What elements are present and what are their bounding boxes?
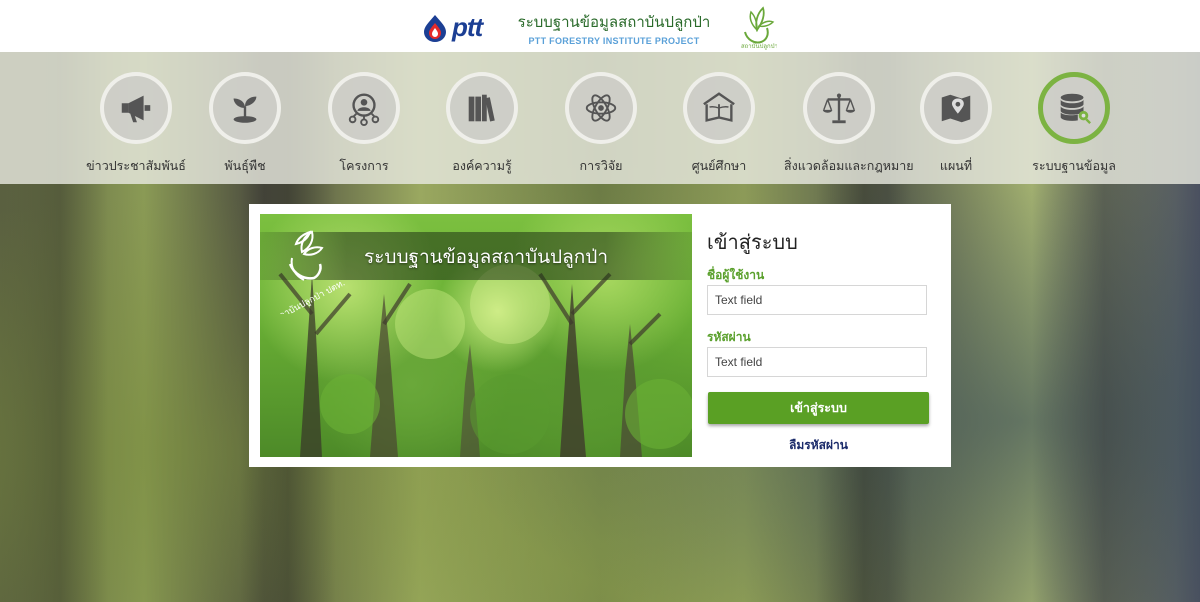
nav-item-research[interactable]: การวิจัย xyxy=(546,72,656,176)
nav-item-environment-law[interactable]: สิ่งแวดล้อมและกฎหมาย xyxy=(784,72,914,176)
nav-label: แผนที่ xyxy=(939,158,973,173)
nav-item-plants[interactable]: พันธุ์พืช xyxy=(190,72,300,176)
nav-label: ระบบฐานข้อมูล xyxy=(1032,158,1116,173)
ptt-logo[interactable]: ptt xyxy=(422,12,483,43)
forest-banner-image: สถาบันปลูกป่า ปตท. ระบบฐานข้อมูลสถาบันปล… xyxy=(260,214,692,457)
password-label: รหัสผ่าน xyxy=(707,330,751,344)
scales-icon xyxy=(822,93,856,124)
login-button[interactable]: เข้าสู่ระบบ xyxy=(708,392,929,424)
ptt-flame-icon xyxy=(424,14,446,42)
image-title: ระบบฐานข้อมูลสถาบันปลูกป่า xyxy=(364,246,608,268)
forestry-institute-logo: สถาบันปลูกป่า xyxy=(737,2,778,54)
username-input[interactable] xyxy=(707,285,927,315)
megaphone-icon xyxy=(121,95,151,123)
nav-label: พันธุ์พืช xyxy=(224,158,266,173)
open-book-house-icon xyxy=(703,92,735,122)
header-title-english: PTT FORESTRY INSTITUTE PROJECT xyxy=(528,36,700,46)
people-network-icon xyxy=(348,93,380,127)
nav-label: ข่าวประชาสัมพันธ์ xyxy=(86,158,186,173)
header-title: ระบบฐานข้อมูลสถาบันปลูกป่า PTT FORESTRY … xyxy=(514,10,714,46)
forestry-hands-emblem: สถาบันปลูกป่า ปตท. xyxy=(268,224,358,324)
nav-label: โครงการ xyxy=(339,158,389,173)
emblem-caption: สถาบันปลูกป่า ปตท. xyxy=(273,278,347,314)
map-pin-icon xyxy=(941,94,971,123)
atom-icon xyxy=(585,94,617,122)
username-label: ชื่อผู้ใช้งาน xyxy=(707,268,765,282)
forgot-password-link[interactable]: ลืมรหัสผ่าน xyxy=(708,436,929,455)
books-icon xyxy=(468,94,495,122)
svg-text:สถาบันปลูกป่า: สถาบันปลูกป่า xyxy=(741,43,777,50)
header-title-thai: ระบบฐานข้อมูลสถาบันปลูกป่า xyxy=(517,13,711,31)
nav-item-map[interactable]: แผนที่ xyxy=(901,72,1011,176)
nav-label: ศูนย์ศึกษา xyxy=(691,158,747,173)
password-input[interactable] xyxy=(707,347,927,377)
database-search-icon xyxy=(1060,93,1091,125)
nav-item-database[interactable]: ระบบฐานข้อมูล xyxy=(1019,72,1129,176)
nav-label: องค์ความรู้ xyxy=(452,158,512,173)
login-panel: สถาบันปลูกป่า ปตท. ระบบฐานข้อมูลสถาบันปล… xyxy=(249,204,951,467)
nav-item-knowledge[interactable]: องค์ความรู้ xyxy=(427,72,537,176)
hands-sprout-icon: สถาบันปลูกป่า ปตท. xyxy=(273,230,347,324)
nav-item-news[interactable]: ข่าวประชาสัมพันธ์ xyxy=(81,72,191,176)
nav-item-study-center[interactable]: ศูนย์ศึกษา xyxy=(664,72,774,176)
nav-label: สิ่งแวดล้อมและกฎหมาย xyxy=(784,158,914,173)
nav-label: การวิจัย xyxy=(579,158,623,173)
sprout-icon xyxy=(233,96,257,123)
nav-item-projects[interactable]: โครงการ xyxy=(309,72,419,176)
main-nav: ข่าวประชาสัมพันธ์ พันธุ์พืช โครงการ องค์… xyxy=(0,52,1200,184)
ptt-wordmark: ptt xyxy=(452,12,483,42)
forestry-emblem-icon: สถาบันปลูกป่า xyxy=(741,6,778,50)
site-header: ptt ระบบฐานข้อมูลสถาบันปลูกป่า PTT FORES… xyxy=(0,0,1200,52)
login-title: เข้าสู่ระบบ xyxy=(707,230,798,254)
